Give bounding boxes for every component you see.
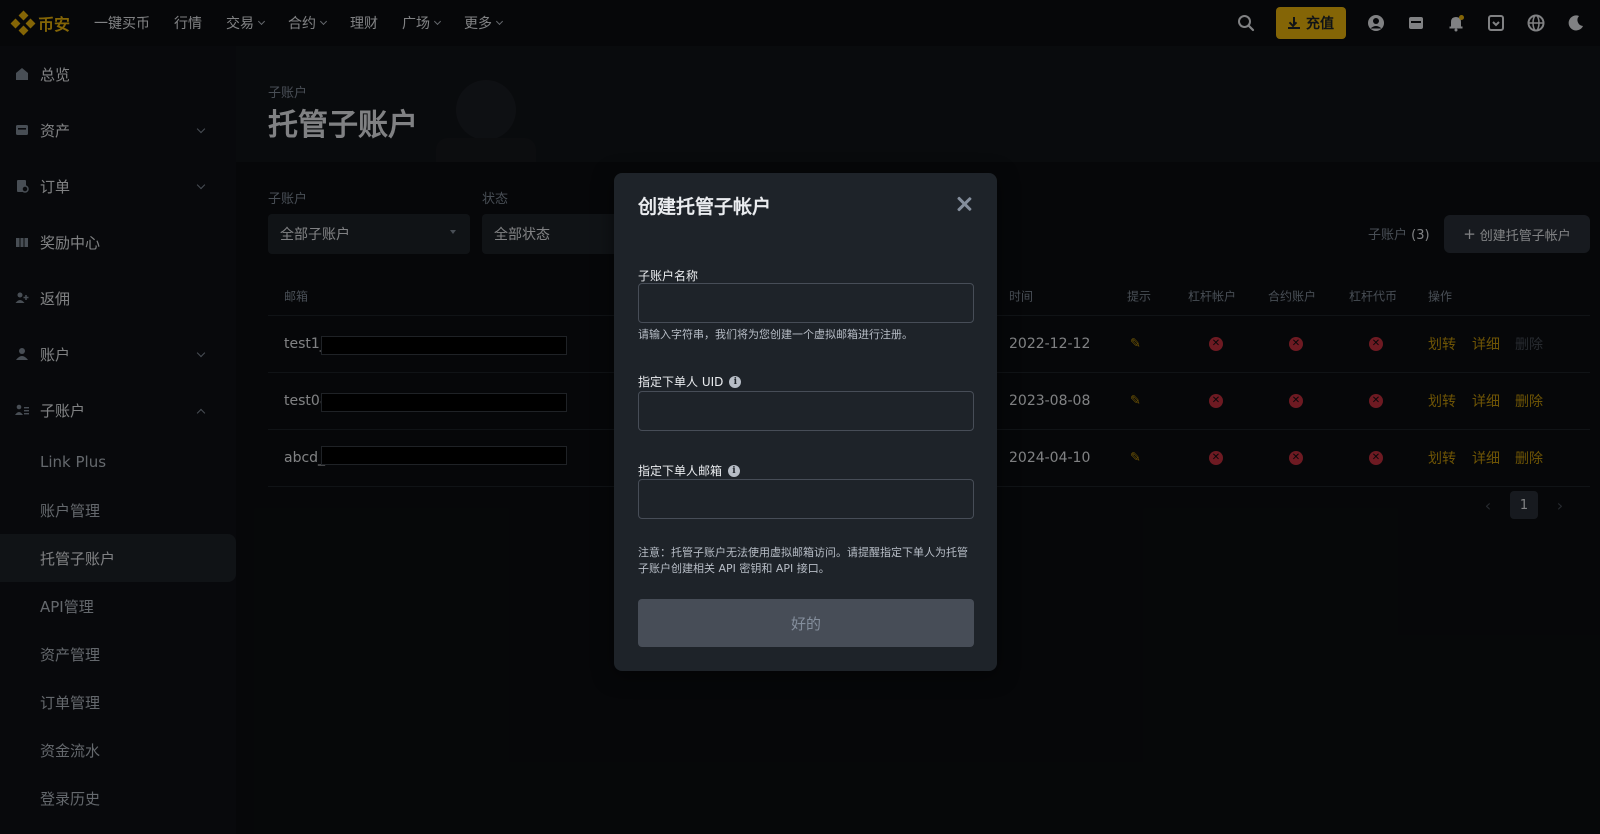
info-icon[interactable]: i	[728, 464, 741, 477]
assigned-trader-email-input[interactable]	[638, 479, 974, 519]
dialog-title: 创建托管子帐户	[638, 196, 772, 218]
sub-account-name-hint: 请输入字符串，我们将为您创建一个虚拟邮箱进行注册。	[638, 328, 913, 341]
sub-account-name-label: 子账户名称	[638, 267, 698, 284]
label-text: 指定下单人 UID	[638, 375, 724, 389]
dialog-note: 注意：托管子账户无法使用虚拟邮箱访问。请提醒指定下单人为托管子账户创建相关 AP…	[638, 546, 968, 575]
create-managed-sub-account-dialog: 创建托管子帐户 子账户名称 请输入字符串，我们将为您创建一个虚拟邮箱进行注册。 …	[614, 173, 997, 671]
label-text: 子账户名称	[638, 269, 699, 283]
sub-account-name-input[interactable]	[638, 283, 974, 323]
assigned-trader-email-label: 指定下单人邮箱 i	[638, 462, 741, 479]
label-text: 指定下单人邮箱	[638, 464, 723, 478]
assigned-trader-uid-label: 指定下单人 UID i	[638, 373, 742, 390]
ok-button[interactable]: 好的	[638, 599, 974, 647]
info-icon[interactable]: i	[729, 375, 742, 388]
assigned-trader-uid-input[interactable]	[638, 391, 974, 431]
close-icon[interactable]	[955, 195, 973, 213]
